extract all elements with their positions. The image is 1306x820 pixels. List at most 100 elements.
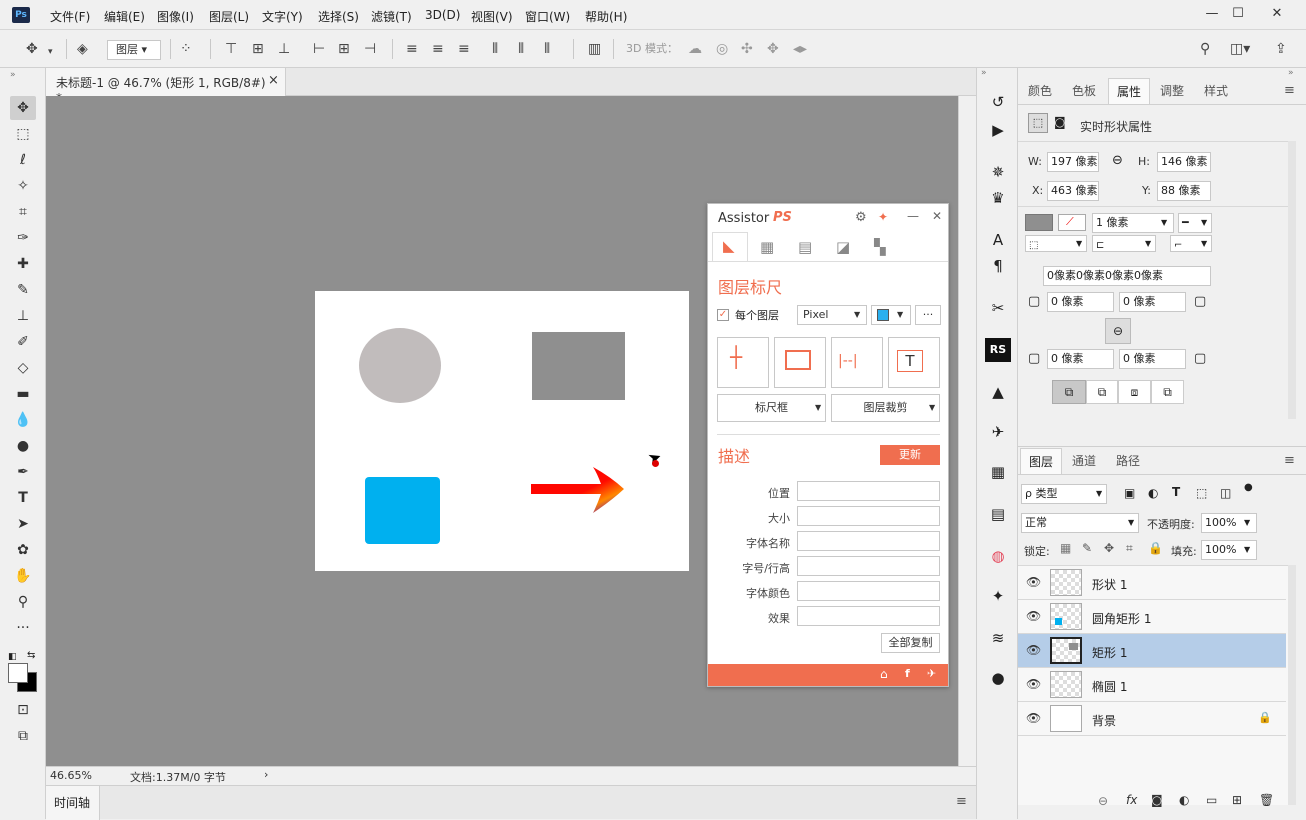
stroke-align-select[interactable]: ⬚ ▼ — [1025, 235, 1087, 252]
lock-transparency-icon[interactable]: ▦ — [1060, 541, 1071, 555]
blur-tool-icon[interactable]: 💧 — [10, 408, 36, 432]
tab-channels[interactable]: 通道 — [1064, 448, 1104, 474]
marquee-tool-icon[interactable]: ⬚ — [10, 122, 36, 146]
drop-icon[interactable]: ● — [985, 666, 1011, 690]
grid-icon[interactable]: ▦ — [760, 238, 774, 256]
position-field[interactable] — [797, 481, 940, 501]
menu-view[interactable]: 视图(V) — [471, 8, 513, 25]
align-vcenter-icon[interactable]: ⊞ — [252, 40, 264, 58]
align-left-icon[interactable]: ⊢ — [313, 40, 325, 58]
combine-shapes-button[interactable]: ⧉ — [1052, 380, 1086, 404]
distribute-right-icon[interactable]: ⦀ — [544, 40, 550, 58]
type-tool-icon[interactable]: T — [10, 486, 36, 510]
menu-filter[interactable]: 滤镜(T) — [371, 8, 412, 25]
menu-select[interactable]: 选择(S) — [318, 8, 359, 25]
path-select-icon[interactable]: ➤ — [10, 512, 36, 536]
pen-tool-icon[interactable]: ✒ — [10, 460, 36, 484]
fx-icon[interactable]: fx — [1126, 793, 1137, 807]
add-mask-icon[interactable]: ◙ — [1151, 793, 1163, 807]
close-window-button[interactable]: ✕ — [1262, 4, 1292, 24]
bird-icon[interactable]: ✈ — [985, 420, 1011, 444]
tab-adjustments[interactable]: 调整 — [1152, 78, 1192, 104]
stroke-color-swatch[interactable]: ⟋ — [1058, 214, 1086, 231]
color-wheel-icon[interactable]: ◍ — [985, 544, 1011, 568]
quick-mask-icon[interactable]: ⊡ — [10, 698, 36, 722]
align-bottom-icon[interactable]: ⊥ — [278, 40, 290, 58]
blend-mode-select[interactable]: 正常 ▼ — [1021, 513, 1139, 533]
lock-pixels-icon[interactable]: ✎ — [1082, 541, 1092, 555]
subtract-shapes-button[interactable]: ⧉ — [1086, 380, 1118, 404]
collapse-icon[interactable]: » — [10, 70, 16, 80]
ruler-color-select[interactable]: ▼ — [871, 305, 911, 325]
vertical-scrollbar[interactable] — [958, 96, 974, 766]
layer-crop-button[interactable]: 图层裁剪 ▼ — [831, 394, 940, 422]
auto-select-dropdown[interactable]: 图层 ▾ — [107, 40, 161, 60]
tab-swatches[interactable]: 色板 — [1064, 78, 1104, 104]
panel-menu-icon[interactable]: ≡ — [1284, 83, 1295, 98]
zoom-level[interactable]: 46.65% — [50, 769, 92, 782]
menu-window[interactable]: 窗口(W) — [525, 8, 570, 25]
y-field[interactable]: 88 像素 — [1157, 181, 1211, 201]
width-field[interactable]: 197 像素 — [1047, 152, 1099, 172]
move-tool-icon[interactable]: ✥ — [26, 40, 38, 58]
stroke-cap-select[interactable]: ⊏ ▼ — [1092, 235, 1156, 252]
ruler-distance-button[interactable]: |--| — [831, 337, 883, 388]
grid-pattern-icon[interactable]: ▦ — [985, 460, 1011, 484]
align-right-icon[interactable]: ⊣ — [364, 40, 376, 58]
filter-smart-icon[interactable]: ◫ — [1220, 486, 1231, 500]
3d-pan-icon[interactable]: ✣ — [741, 40, 753, 58]
align-hcenter-icon[interactable]: ⊞ — [338, 40, 350, 58]
3d-roll-icon[interactable]: ◎ — [716, 40, 728, 58]
filter-toggle-icon[interactable]: ● — [1244, 482, 1253, 493]
filter-shape-icon[interactable]: ⬚ — [1196, 486, 1207, 500]
menu-layer[interactable]: 图层(L) — [209, 8, 249, 25]
3d-scale-icon[interactable]: ◂▸ — [793, 40, 807, 58]
layers-comp-icon[interactable]: ≋ — [985, 626, 1011, 650]
filter-adjust-icon[interactable]: ◐ — [1148, 486, 1158, 500]
gear-icon[interactable]: ⚙ — [855, 210, 867, 225]
collapse-panels-icon[interactable]: » — [1288, 68, 1294, 78]
more-options-button[interactable]: ··· — [915, 305, 941, 325]
eye-icon[interactable]: 👁 — [1026, 609, 1041, 623]
update-button[interactable]: 更新 — [880, 445, 940, 465]
blocks-icon[interactable]: ▚ — [874, 238, 886, 256]
default-colors-icon[interactable]: ◧ — [8, 652, 17, 662]
close-tab-icon[interactable]: × — [268, 73, 279, 88]
ruler-text-button[interactable]: T — [888, 337, 940, 388]
history-icon[interactable]: ↺ — [985, 90, 1011, 114]
calculator-icon[interactable]: ▤ — [798, 238, 812, 256]
ruler-rect-button[interactable] — [774, 337, 826, 388]
timeline-tab[interactable]: 时间轴 — [46, 786, 100, 820]
eye-icon[interactable]: 👁 — [1026, 575, 1041, 589]
font-size-field[interactable] — [797, 556, 940, 576]
effect-field[interactable] — [797, 606, 940, 626]
tab-paths[interactable]: 路径 — [1108, 448, 1148, 474]
eraser-tool-icon[interactable]: ◇ — [10, 356, 36, 380]
compass-icon[interactable]: ✵ — [985, 160, 1011, 184]
tab-properties[interactable]: 属性 — [1108, 78, 1151, 104]
copy-all-button[interactable]: 全部复制 — [881, 633, 940, 653]
crop-tool-icon[interactable]: ⌗ — [10, 200, 36, 224]
foreground-color-swatch[interactable] — [8, 663, 28, 683]
layers-stack-icon[interactable]: ◈ — [77, 40, 88, 58]
stroke-width-field[interactable]: 1 像素 ▼ — [1092, 213, 1174, 233]
layer-row-shape[interactable]: 👁 形状 1 — [1018, 566, 1286, 600]
properties-scrollbar[interactable] — [1288, 141, 1296, 419]
move-tool-icon[interactable]: ✥ — [10, 96, 36, 120]
menu-file[interactable]: 文件(F) — [50, 8, 90, 25]
new-group-icon[interactable]: ▭ — [1206, 793, 1217, 807]
lock-artboard-icon[interactable]: ⌗ — [1126, 541, 1133, 556]
paragraph-icon[interactable]: ¶ — [985, 254, 1011, 278]
tab-ruler[interactable]: ◣ — [712, 232, 748, 262]
rs-plugin-icon[interactable]: RS — [985, 338, 1011, 362]
radius-bl-field[interactable]: 0 像素 — [1047, 349, 1114, 369]
auto-align-icon[interactable]: ▥ — [588, 40, 601, 58]
stroke-type-select[interactable]: ━ ▼ — [1178, 213, 1212, 233]
distribute-bottom-icon[interactable]: ≡ — [458, 40, 470, 58]
exclude-shapes-button[interactable]: ⧉ — [1151, 380, 1184, 404]
minimize-panel-icon[interactable]: — — [907, 209, 919, 223]
maximize-button[interactable]: ☐ — [1223, 4, 1253, 24]
workspace-icon[interactable]: ◫▾ — [1230, 40, 1250, 58]
swap-colors-icon[interactable]: ⇆ — [27, 650, 35, 661]
tab-styles[interactable]: 样式 — [1196, 78, 1236, 104]
